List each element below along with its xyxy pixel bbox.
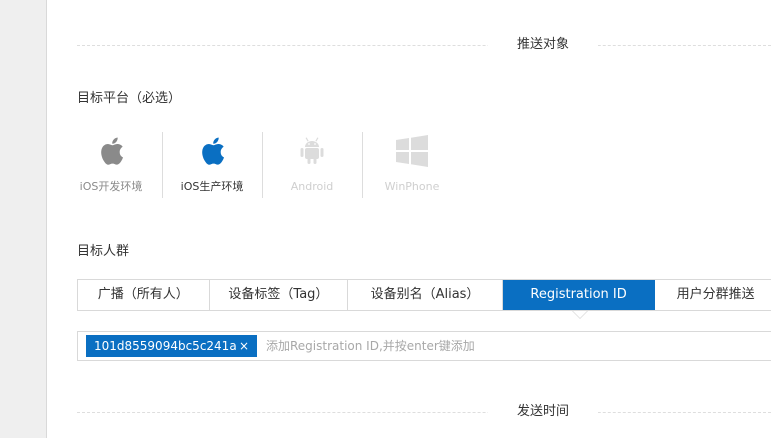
tab-pointer-caret-fill: [573, 311, 587, 318]
tab-user-segment[interactable]: 用户分群推送: [655, 280, 771, 310]
audience-tabs: 广播（所有人） 设备标签（Tag） 设备别名（Alias） Registrati…: [77, 279, 771, 311]
section-title: 推送对象: [488, 35, 598, 55]
android-icon: [262, 134, 362, 168]
registration-id-input[interactable]: 101d8559094bc5c241a × 添加Registration ID,…: [77, 331, 771, 361]
platform-label: iOS开发环境: [79, 180, 143, 193]
platform-winphone[interactable]: WinPhone: [362, 132, 462, 198]
platform-ios-dev[interactable]: iOS开发环境: [61, 132, 161, 198]
windows-icon: [362, 134, 462, 168]
platform-android[interactable]: Android: [262, 132, 362, 198]
platform-ios-prod[interactable]: iOS生产环境: [162, 132, 262, 198]
registration-id-tag: 101d8559094bc5c241a ×: [86, 335, 257, 357]
section-title: 发送时间: [488, 402, 598, 422]
tag-remove-icon[interactable]: ×: [239, 335, 249, 357]
apple-icon: [61, 134, 161, 168]
input-placeholder: 添加Registration ID,并按enter键添加: [266, 339, 475, 353]
tab-registration-id[interactable]: Registration ID: [502, 280, 656, 310]
section-header-target: 推送对象: [77, 35, 771, 55]
apple-icon: [162, 134, 262, 168]
platform-field-label: 目标平台（必选）: [77, 91, 182, 106]
platform-label: iOS生产环境: [180, 180, 244, 193]
tab-alias[interactable]: 设备别名（Alias）: [348, 280, 503, 310]
platform-label: Android: [290, 180, 334, 193]
tab-tag[interactable]: 设备标签（Tag）: [210, 280, 349, 310]
tag-text: 101d8559094bc5c241a: [94, 339, 237, 353]
section-header-time: 发送时间: [77, 402, 771, 422]
tab-broadcast[interactable]: 广播（所有人）: [78, 280, 210, 310]
dashed-divider: [77, 412, 771, 413]
dashed-divider: [77, 45, 771, 46]
audience-field-label: 目标人群: [77, 244, 130, 259]
left-sidebar-strip: [0, 0, 47, 438]
platform-label: WinPhone: [384, 180, 440, 193]
